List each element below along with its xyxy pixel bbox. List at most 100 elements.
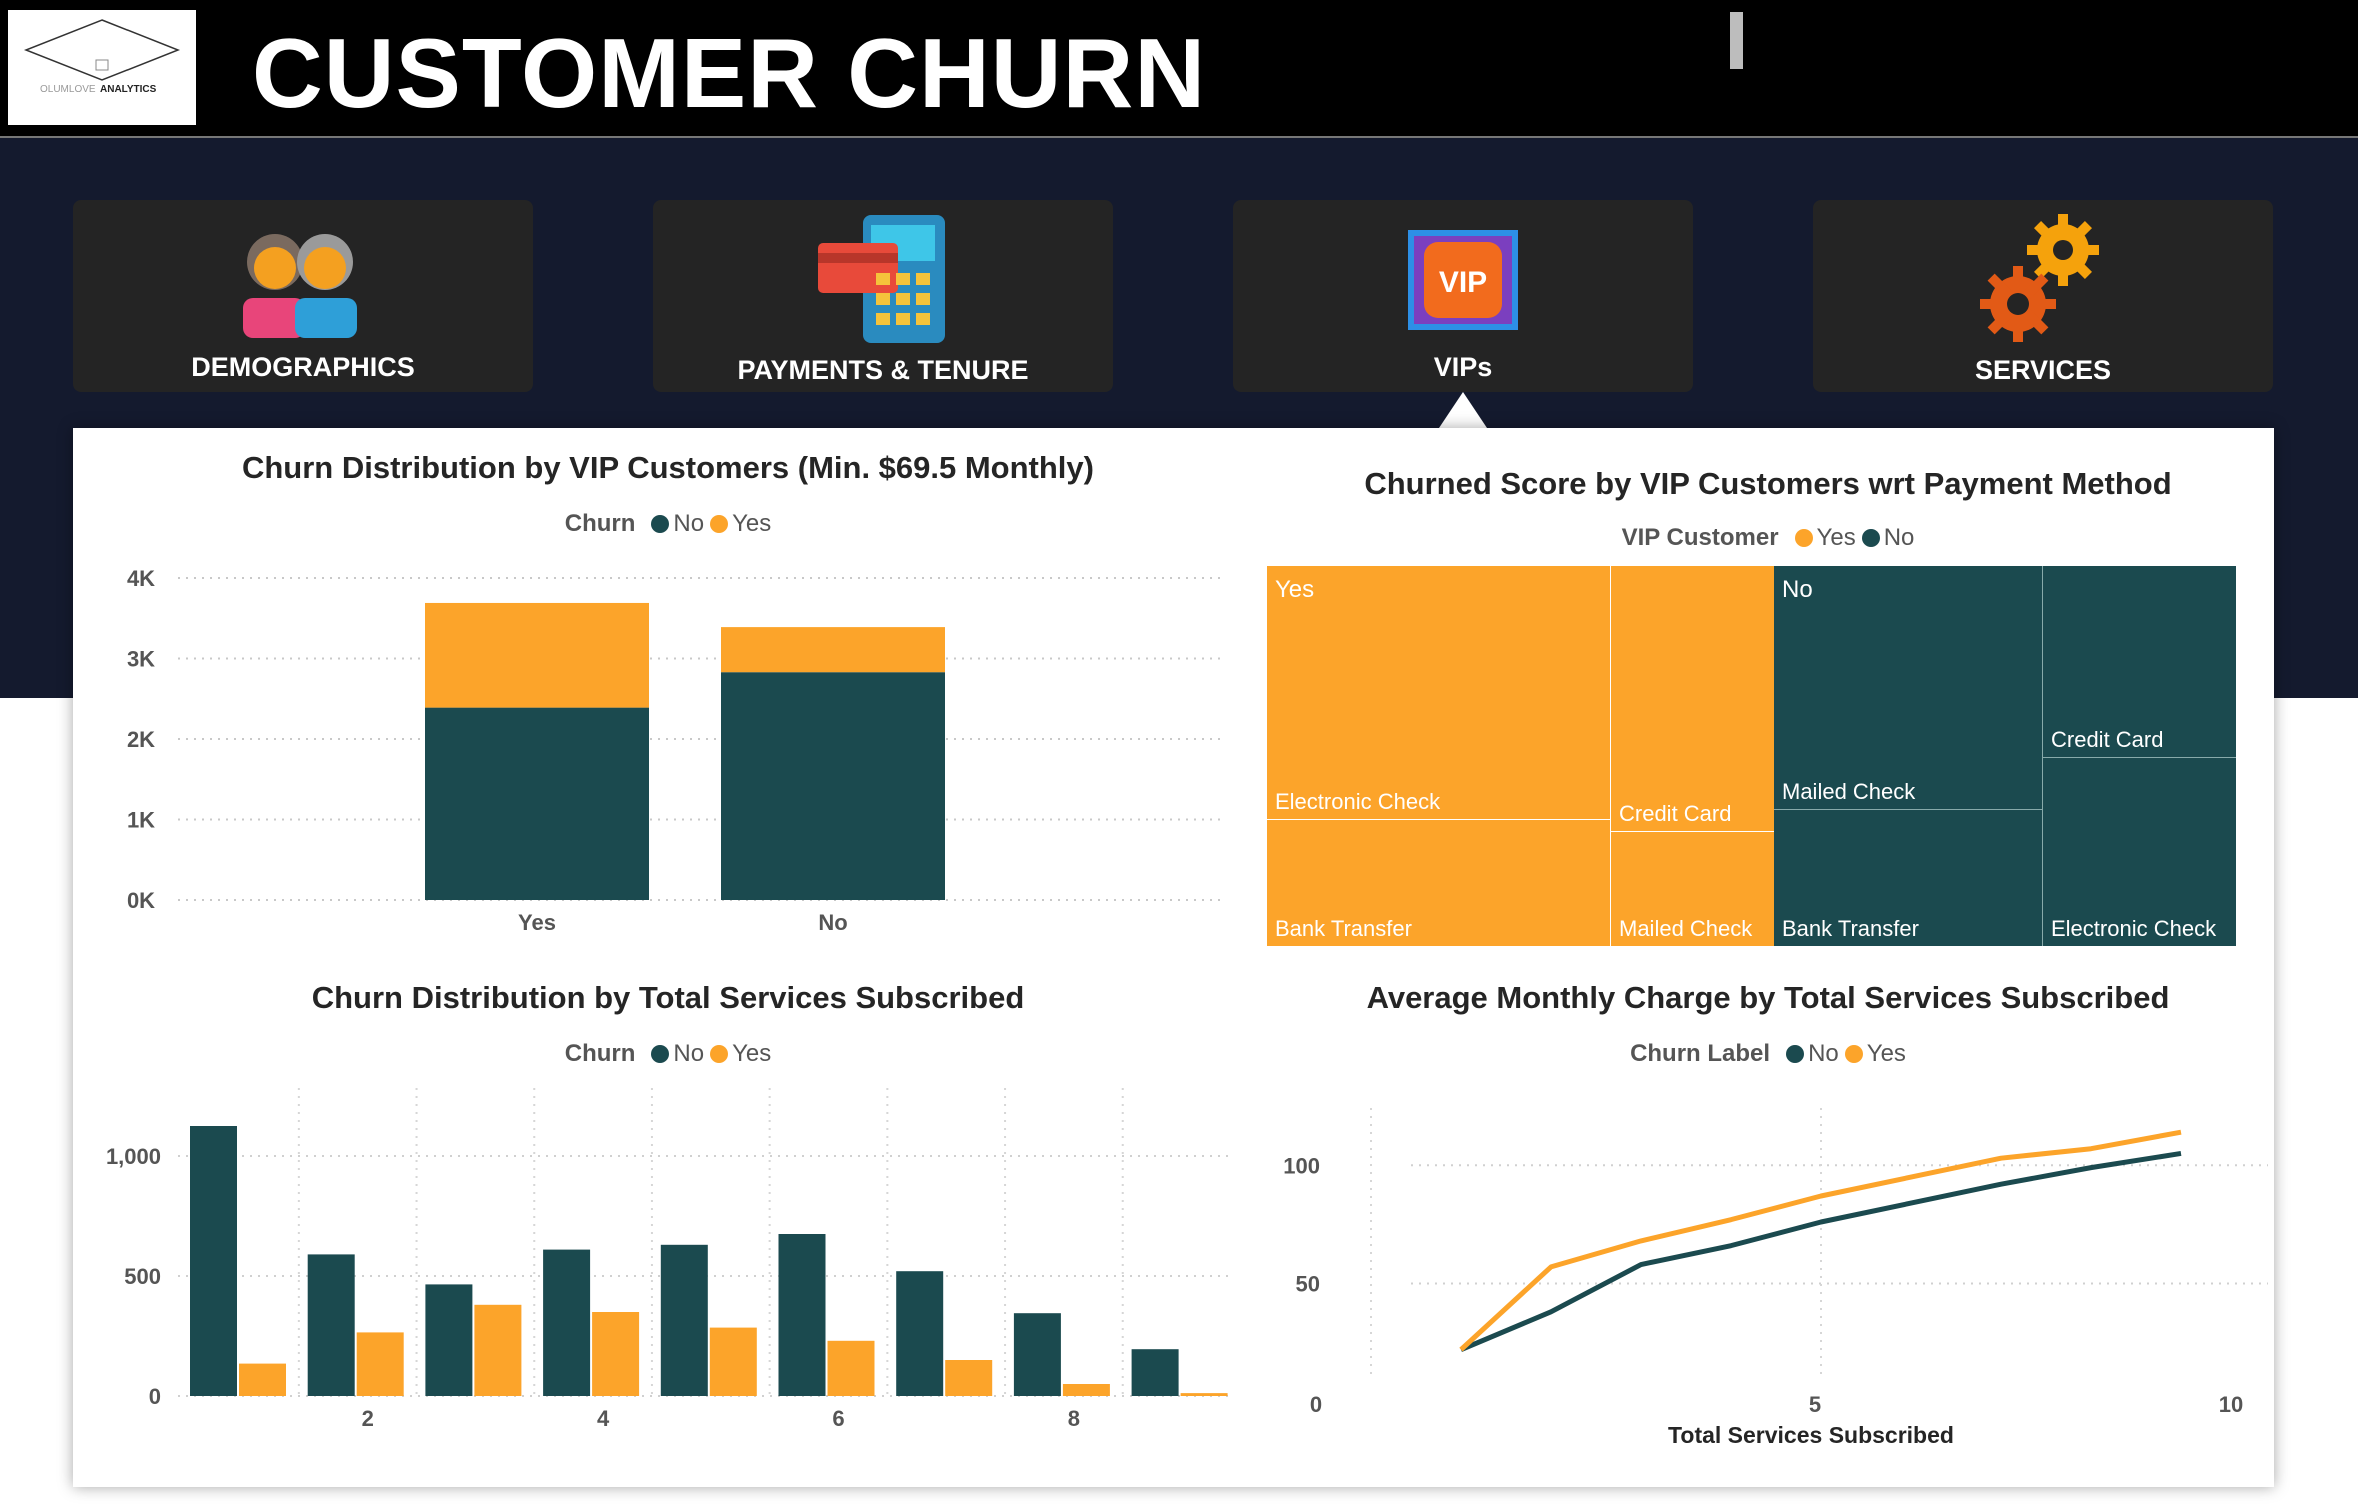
chart1-legend-title: Churn	[564, 510, 636, 537]
report-panel: Churn Distribution by VIP Customers (Min…	[73, 428, 2274, 1487]
x-tick-label: 2	[362, 1406, 374, 1431]
chart1-legend: Churn No Yes	[73, 510, 1263, 538]
treemap-no-bank-transfer[interactable]: Bank Transfer	[1774, 810, 2043, 946]
chart1-legend-no: No	[673, 510, 705, 537]
x-tick-label: 10	[2219, 1392, 2243, 1417]
chart2-legend-no: No	[1883, 524, 1915, 551]
active-tab-pointer	[1439, 392, 1487, 428]
gears-icon	[1980, 214, 2099, 342]
y-tick-label: 0K	[127, 888, 155, 913]
bar-yes-1	[239, 1363, 286, 1396]
title-marker	[1730, 12, 1743, 69]
bar-no-7	[896, 1271, 944, 1396]
treemap-no-mailed-check[interactable]: No Mailed Check	[1774, 566, 2043, 810]
bar-no-6	[778, 1234, 826, 1396]
treemap-group-yes-label: Yes	[1275, 576, 1315, 603]
bar-no-1	[190, 1126, 237, 1396]
bar-no-3	[425, 1284, 473, 1396]
nav-services[interactable]: SERVICES	[1813, 200, 2273, 392]
chart4-legend: Churn Label No Yes	[1268, 1040, 2268, 1068]
y-tick-label: 1K	[127, 808, 155, 833]
x-tick-label: 4	[597, 1406, 610, 1431]
bar-no-4	[543, 1249, 591, 1396]
bar-yes-5	[709, 1327, 757, 1396]
bar-yes-7	[945, 1360, 993, 1396]
nav-payments-tenure[interactable]: PAYMENTS & TENURE	[653, 200, 1113, 392]
bar-yes-yes	[425, 602, 649, 708]
bar-no-2	[307, 1254, 355, 1396]
bar-no-5	[660, 1244, 708, 1396]
page-title: CUSTOMER CHURN	[252, 18, 1207, 128]
y-tick-label: 4K	[127, 566, 155, 591]
chart4-legend-no: No	[1808, 1040, 1839, 1067]
treemap-label: Mailed Check	[1782, 779, 1916, 804]
treemap-label: Bank Transfer	[1782, 916, 1919, 941]
treemap-label: Electronic Check	[2051, 916, 2217, 941]
chart1-vip-churn: 0K 1K 2K 3K 4K Yes No	[127, 566, 1223, 935]
y-tick-label: 50	[1296, 1271, 1320, 1296]
bar-yes-2	[356, 1332, 404, 1396]
bar-no-yes	[721, 627, 945, 673]
chart1-title: Churn Distribution by VIP Customers (Min…	[241, 450, 1094, 485]
bar-no-9	[1131, 1349, 1179, 1396]
chart3-legend-yes: Yes	[732, 1040, 772, 1067]
treemap-yes-electronic-check[interactable]: Yes Electronic Check	[1267, 566, 1611, 820]
treemap-yes-mailed-check[interactable]: Mailed Check	[1611, 832, 1774, 946]
title-bar: OLUMLOVE ANALYTICS CUSTOMER CHURN	[0, 0, 2358, 138]
bar-yes-9	[1180, 1393, 1228, 1396]
y-tick-label: 2K	[127, 727, 155, 752]
chart3-legend-title: Churn	[564, 1040, 636, 1067]
svg-text:VIP: VIP	[1439, 266, 1487, 299]
chart4-title: Average Monthly Charge by Total Services…	[1366, 980, 2170, 1015]
treemap-no-electronic-check[interactable]: Electronic Check	[2043, 758, 2236, 946]
x-tick-label: Yes	[518, 910, 556, 935]
chart4-monthly-charge: 50 100 0 5 10 Total Services Subscribed	[1283, 1108, 2268, 1448]
chart2-treemap: Yes Electronic Check Bank Transfer Credi…	[1267, 566, 2236, 946]
nav-payments-label: PAYMENTS & TENURE	[737, 355, 1029, 385]
treemap-label: Electronic Check	[1275, 789, 1441, 814]
nav-vips-label: VIPs	[1433, 352, 1493, 382]
x-tick-label: No	[818, 910, 847, 935]
x-tick-label: 0	[1310, 1392, 1322, 1417]
y-tick-label: 100	[1283, 1153, 1320, 1178]
treemap-label: Credit Card	[2051, 727, 2164, 752]
chart4-legend-yes: Yes	[1866, 1040, 1906, 1067]
y-tick-label: 1,000	[106, 1144, 161, 1169]
x-tick-label: 5	[1809, 1392, 1821, 1417]
vip-badge-icon: VIP	[1408, 230, 1518, 330]
chart2-legend: VIP Customer Yes No	[1268, 524, 2268, 552]
chart2-title: Churned Score by VIP Customers wrt Payme…	[1364, 466, 2172, 501]
nav-services-label: SERVICES	[1974, 355, 2112, 385]
x-tick-label: 8	[1068, 1406, 1080, 1431]
bar-yes-4	[592, 1312, 640, 1396]
chart1-legend-yes: Yes	[732, 510, 772, 537]
chart2-legend-yes: Yes	[1816, 524, 1856, 551]
x-axis-title: Total Services Subscribed	[1668, 1422, 1954, 1448]
bar-no-no	[721, 672, 945, 900]
line-series-no	[1460, 1150, 2182, 1352]
x-tick-label: 6	[832, 1406, 844, 1431]
nav-vips[interactable]: VIP VIPs	[1233, 200, 1693, 392]
chart3-title: Churn Distribution by Total Services Sub…	[311, 980, 1025, 1015]
treemap-label: Credit Card	[1619, 801, 1732, 826]
company-logo: OLUMLOVE ANALYTICS	[8, 10, 196, 125]
treemap-yes-bank-transfer[interactable]: Bank Transfer	[1267, 820, 1611, 946]
chart3-legend-no: No	[673, 1040, 705, 1067]
chart2-legend-title: VIP Customer	[1621, 524, 1779, 551]
nav-demographics[interactable]: DEMOGRAPHICS	[73, 200, 533, 392]
chart4-legend-title: Churn Label	[1630, 1040, 1771, 1067]
chart3-legend: Churn No Yes	[73, 1040, 1263, 1068]
bar-yes-3	[474, 1304, 522, 1396]
bar-yes-no	[425, 707, 649, 900]
chart3-services-churn: 0 500 1,000 2 4 6 8	[106, 1088, 1228, 1431]
treemap-label: Mailed Check	[1619, 916, 1753, 941]
people-icon	[243, 234, 357, 338]
bar-no-8	[1013, 1313, 1061, 1396]
y-tick-label: 500	[124, 1264, 161, 1289]
logo-text-2: ANALYTICS	[100, 84, 157, 95]
logo-text-1: OLUMLOVE	[40, 84, 96, 95]
treemap-no-credit-card[interactable]: Credit Card	[2043, 566, 2236, 758]
treemap-yes-credit-card[interactable]: Credit Card	[1611, 566, 1774, 832]
y-tick-label: 0	[149, 1384, 161, 1409]
treemap-label: Bank Transfer	[1275, 916, 1412, 941]
